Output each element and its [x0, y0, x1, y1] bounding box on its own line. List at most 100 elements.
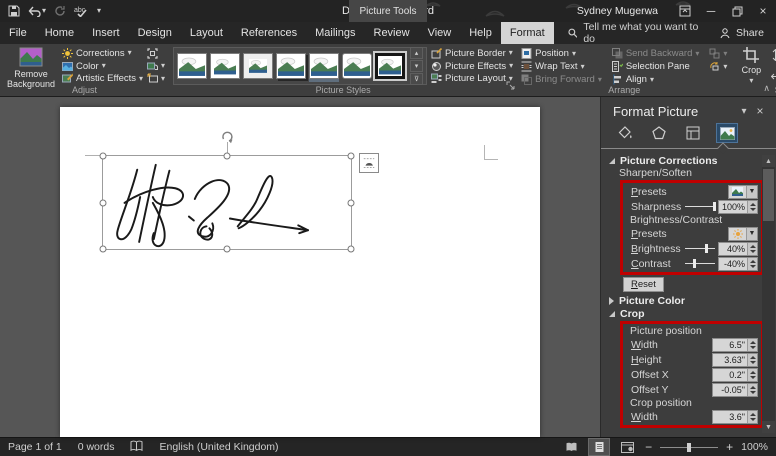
picture-effects-button[interactable]: Picture Effects ▾ [431, 60, 513, 73]
spelling-check-icon[interactable]: abc [74, 5, 89, 17]
reset-button[interactable]: Reset [623, 277, 664, 292]
artistic-effects-button[interactable]: Artistic Effects ▾ [62, 72, 143, 85]
resize-handle-top-left[interactable] [100, 153, 107, 160]
sharpen-presets-dropdown[interactable]: ▼ [728, 185, 758, 199]
corrections-button[interactable]: Corrections ▾ [62, 47, 143, 60]
layout-properties-icon[interactable] [683, 124, 703, 142]
ribbon-display-options-icon[interactable] [672, 0, 698, 22]
brightness-value[interactable]: 40% [719, 243, 747, 255]
picture-style-thumbnail-selected[interactable] [375, 53, 405, 79]
contrast-spinner[interactable] [747, 258, 757, 270]
zoom-level[interactable]: 100% [741, 441, 768, 453]
resize-handle-bottom-left[interactable] [100, 246, 107, 253]
effects-icon[interactable] [649, 124, 669, 142]
picture-style-thumbnail[interactable] [342, 53, 372, 79]
crop-header[interactable]: Crop [601, 307, 776, 320]
wrap-text-button[interactable]: Wrap Text ▾ [521, 60, 602, 73]
word-count[interactable]: 0 words [78, 441, 115, 453]
picture-width-value[interactable]: 6.5" [713, 339, 747, 351]
picture-style-thumbnail[interactable] [177, 53, 207, 79]
picture-height-value[interactable]: 3.63" [713, 354, 747, 366]
tab-design[interactable]: Design [129, 22, 181, 44]
pane-scrollbar[interactable]: ▲ ▼ [762, 155, 775, 433]
position-button[interactable]: Position ▾ [521, 47, 602, 60]
picture-style-thumbnail[interactable] [210, 53, 240, 79]
page-indicator[interactable]: Page 1 of 1 [8, 441, 62, 453]
contrast-slider[interactable] [685, 259, 715, 268]
language-indicator[interactable]: English (United Kingdom) [159, 441, 278, 453]
signature-image[interactable] [105, 158, 349, 251]
rotation-handle[interactable] [220, 130, 234, 149]
shape-height-field[interactable]: 1.6" [771, 47, 776, 63]
offset-y-value[interactable]: -0.05" [713, 384, 747, 396]
save-icon[interactable] [8, 5, 20, 17]
tab-layout[interactable]: Layout [181, 22, 232, 44]
offset-x-value[interactable]: 0.2" [713, 369, 747, 381]
reset-picture-button[interactable]: ▾ [147, 72, 165, 85]
picture-icon[interactable] [717, 124, 737, 142]
tab-references[interactable]: References [232, 22, 306, 44]
tab-help[interactable]: Help [460, 22, 501, 44]
picture-styles-dialog-launcher-icon[interactable] [506, 77, 515, 95]
sharpness-value[interactable]: 100% [719, 201, 747, 213]
resize-handle-bottom-right[interactable] [348, 246, 355, 253]
crop-position-width-spinner[interactable] [747, 411, 757, 423]
read-mode-icon[interactable] [561, 439, 581, 455]
brightness-spinner[interactable] [747, 243, 757, 255]
resize-handle-bottom-center[interactable] [224, 246, 231, 253]
zoom-in-button[interactable]: + [726, 440, 733, 454]
resize-handle-mid-right[interactable] [348, 199, 355, 206]
selected-picture[interactable] [102, 155, 352, 250]
restore-button[interactable] [724, 0, 750, 22]
resize-handle-top-right[interactable] [348, 153, 355, 160]
contrast-value[interactable]: -40% [719, 258, 747, 270]
scrollbar-thumb[interactable] [763, 169, 774, 221]
share-button[interactable]: Share [708, 22, 776, 44]
gallery-down-button[interactable]: ▾ [410, 60, 423, 72]
layout-options-button[interactable] [359, 153, 379, 173]
web-layout-icon[interactable] [617, 439, 637, 455]
close-button[interactable]: × [750, 0, 776, 22]
sharpness-spinner[interactable] [747, 201, 757, 213]
picture-border-button[interactable]: Picture Border ▾ [431, 47, 513, 60]
tab-mailings[interactable]: Mailings [306, 22, 364, 44]
offset-x-spinner[interactable] [747, 369, 757, 381]
picture-width-spinner[interactable] [747, 339, 757, 351]
tab-format[interactable]: Format [501, 22, 554, 44]
scroll-up-icon[interactable]: ▲ [762, 155, 775, 167]
redo-icon[interactable] [54, 5, 66, 17]
selection-pane-button[interactable]: Selection Pane [612, 60, 700, 73]
offset-y-spinner[interactable] [747, 384, 757, 396]
gallery-up-button[interactable]: ▴ [410, 47, 423, 59]
fill-line-icon[interactable] [615, 124, 635, 142]
proofing-icon[interactable] [130, 440, 143, 455]
picture-height-spinner[interactable] [747, 354, 757, 366]
picture-style-thumbnail[interactable] [243, 53, 273, 79]
sharpness-slider[interactable] [685, 202, 715, 211]
group-objects-button[interactable]: ▾ [709, 47, 727, 60]
gallery-more-button[interactable]: ⊽ [410, 73, 423, 85]
tab-home[interactable]: Home [36, 22, 83, 44]
color-button[interactable]: Color ▾ [62, 60, 143, 73]
zoom-slider-thumb[interactable] [687, 443, 691, 452]
picture-style-thumbnail[interactable] [276, 53, 306, 79]
rotate-objects-button[interactable]: ▾ [709, 60, 727, 73]
zoom-slider[interactable] [660, 442, 718, 452]
minimize-button[interactable]: ─ [698, 0, 724, 22]
picture-style-thumbnail[interactable] [309, 53, 339, 79]
crop-button[interactable]: Crop ▾ [735, 46, 767, 85]
tab-review[interactable]: Review [365, 22, 419, 44]
collapse-ribbon-icon[interactable]: ∧ [763, 83, 770, 94]
resize-handle-mid-left[interactable] [100, 199, 107, 206]
crop-position-width-value[interactable]: 3.6" [713, 411, 747, 423]
resize-handle-top-center[interactable] [224, 153, 231, 160]
bc-presets-dropdown[interactable]: ▼ [728, 227, 758, 241]
send-backward-button[interactable]: Send Backward ▾ [612, 47, 700, 60]
picture-layout-button[interactable]: Picture Layout ▾ [431, 72, 513, 85]
undo-button[interactable]: ▾ [28, 6, 46, 17]
compress-pictures-button[interactable] [147, 47, 165, 60]
picture-color-header[interactable]: Picture Color [601, 294, 776, 307]
pane-menu-chevron-icon[interactable]: ▾ [736, 106, 752, 117]
zoom-out-button[interactable]: − [645, 440, 652, 454]
brightness-slider[interactable] [685, 244, 715, 253]
